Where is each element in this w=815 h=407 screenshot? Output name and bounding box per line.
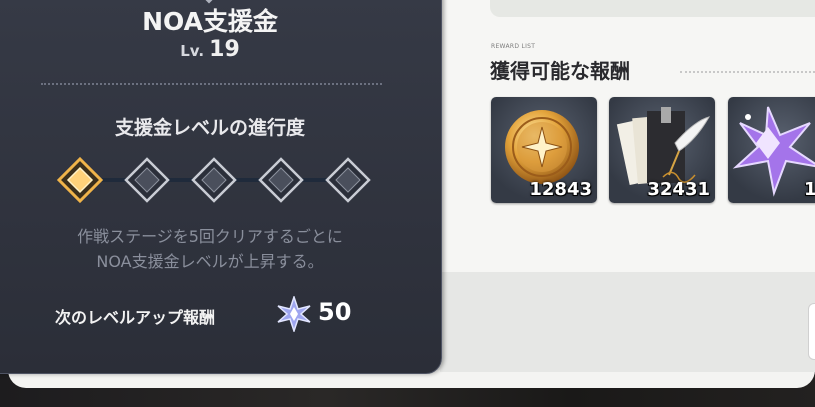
level-label: Lv. <box>180 42 205 60</box>
description-line: 作戦ステージを5回クリアするごとに <box>77 227 343 246</box>
progress-track <box>56 156 371 204</box>
crystal-icon <box>277 296 311 332</box>
support-fund-panel: NOA支援金 Lv. 19 支援金レベルの進行度 作戦ステージを5回クリアするご… <box>0 0 442 374</box>
reward-list-title: 獲得可能な報酬 <box>490 59 630 83</box>
item-quantity: 11 <box>803 179 815 200</box>
top-card-edge <box>490 0 815 17</box>
next-reward-value: 50 <box>318 298 352 326</box>
purple-crystal-icon <box>732 106 815 197</box>
next-reward-label: 次のレベルアップ報酬 <box>55 308 216 327</box>
item-quantity: 12843 <box>529 179 592 200</box>
progress-node-filled <box>56 156 104 204</box>
progress-title: 支援金レベルの進行度 <box>114 117 305 139</box>
reward-title-rule <box>680 71 815 73</box>
progress-node-empty <box>191 157 237 203</box>
reward-item-gold-coin[interactable]: 12843 <box>491 97 597 203</box>
progress-node-empty <box>124 157 170 203</box>
description-line: NOA支援金レベルが上昇する。 <box>96 252 324 271</box>
item-quantity: 32431 <box>647 179 710 200</box>
progress-description: 作戦ステージを5回クリアするごとに NOA支援金レベルが上昇する。 <box>0 224 425 274</box>
level-value: 19 <box>209 37 240 62</box>
reward-item-documents[interactable]: 32431 <box>609 97 715 203</box>
reward-panel-footer <box>440 272 815 372</box>
progress-node-empty <box>258 157 304 203</box>
reward-list-tag: REWARD LIST <box>491 43 536 50</box>
panel-title: NOA支援金 <box>142 7 278 36</box>
reward-item-crystal[interactable]: 11 <box>728 97 815 203</box>
side-tab[interactable] <box>808 303 815 360</box>
divider <box>41 83 382 85</box>
level-display: Lv. 19 <box>0 37 425 62</box>
progress-node-empty <box>325 157 371 203</box>
